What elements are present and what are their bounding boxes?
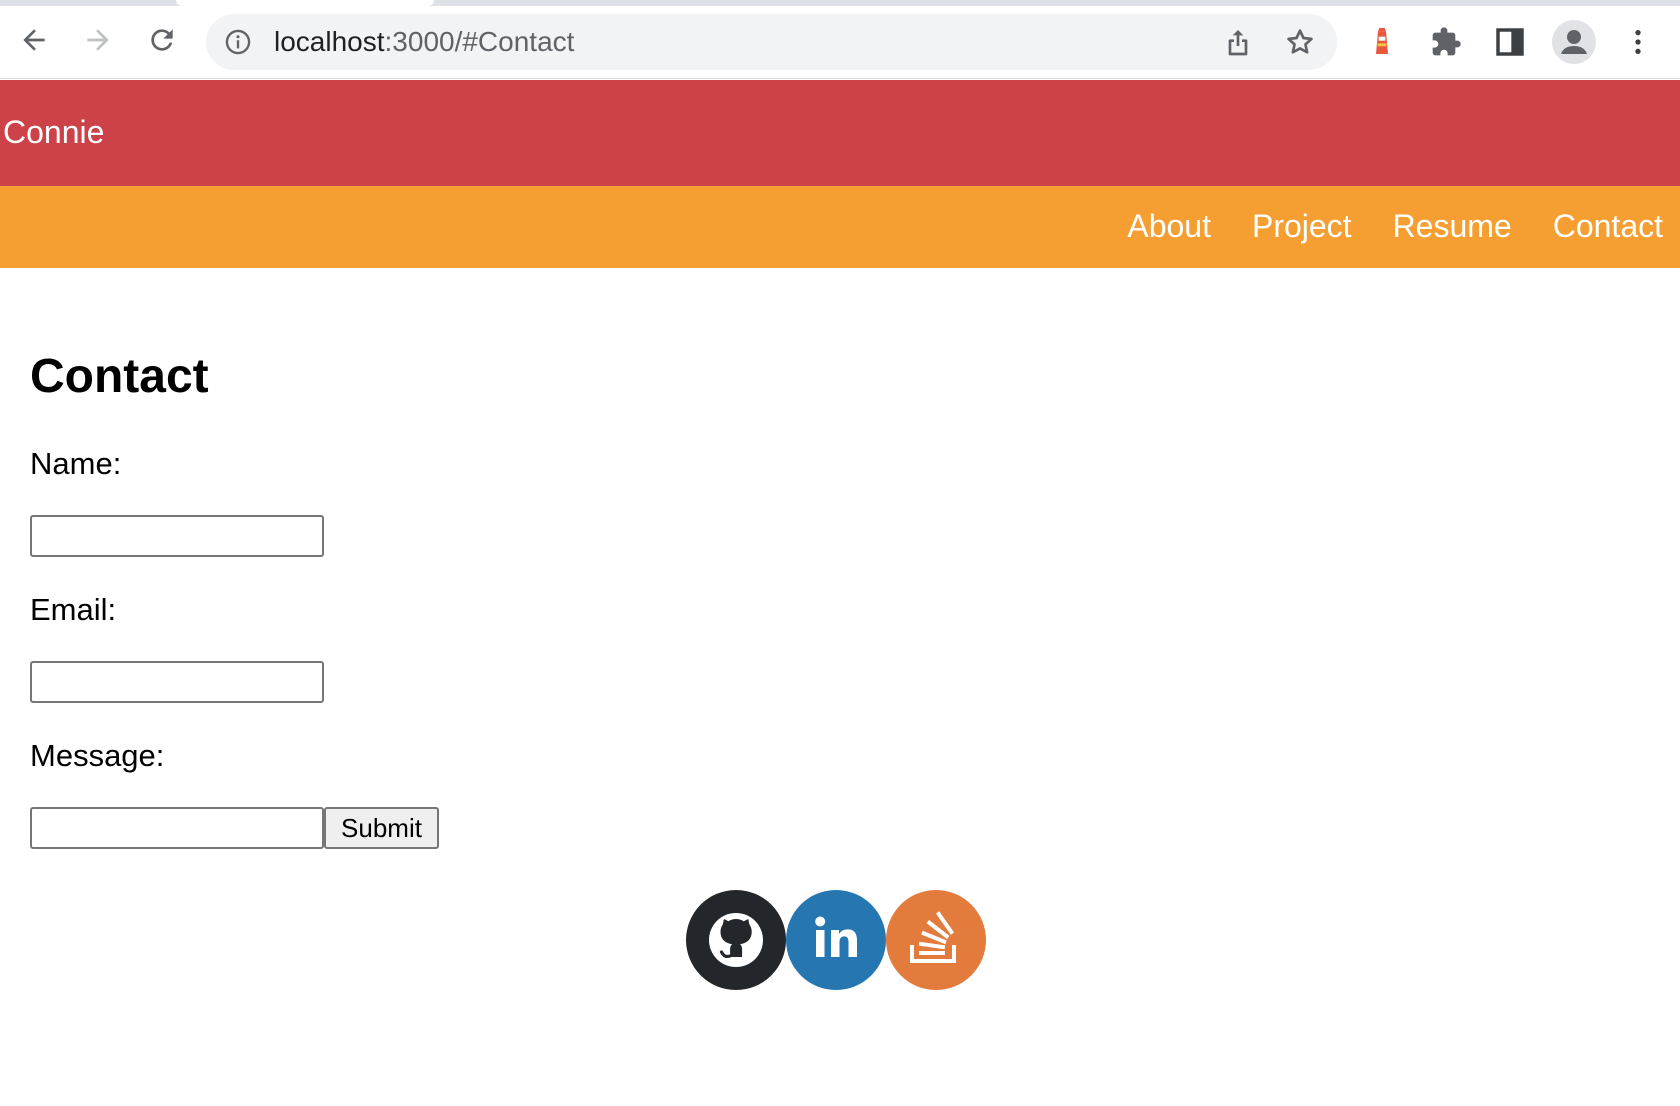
nav-link-contact[interactable]: Contact [1553,208,1663,244]
side-panel-icon[interactable] [1494,26,1526,58]
contact-heading: Contact [30,350,209,403]
github-icon [709,913,763,967]
email-input[interactable] [30,661,324,703]
person-icon [1561,30,1587,54]
reload-button[interactable] [140,18,184,62]
site-header: Connie [0,80,1680,186]
nav-link-resume[interactable]: Resume [1393,208,1512,244]
url-text[interactable]: localhost:3000/#Contact [274,26,574,58]
share-icon[interactable] [1222,26,1254,58]
arrow-left-icon [23,29,45,51]
email-label: Email: [30,592,117,627]
nav-link-project[interactable]: Project [1252,208,1352,244]
site-title[interactable]: Connie [3,114,104,150]
name-label: Name: [30,446,122,481]
message-input[interactable] [30,807,324,849]
github-link[interactable] [686,890,786,990]
submit-button[interactable]: Submit [324,807,439,849]
browser-toolbar: localhost:3000/#Contact [0,6,1680,79]
linkedin-link[interactable] [786,890,886,990]
reload-icon [151,29,173,51]
site-nav: About Project Resume Contact [0,186,1680,268]
url-host: localhost [274,26,385,57]
message-label: Message: [30,738,165,773]
more-menu-icon[interactable] [1622,24,1654,60]
address-bar[interactable]: localhost:3000/#Contact [206,14,1337,70]
back-button[interactable] [12,18,56,62]
stackoverflow-icon [910,911,956,963]
puzzle-extensions-icon[interactable] [1430,26,1462,58]
name-input[interactable] [30,515,324,557]
linkedin-icon [815,916,857,957]
forward-button[interactable] [76,18,120,62]
info-icon[interactable] [224,28,252,56]
stackoverflow-link[interactable] [886,890,986,990]
url-path: :3000/#Contact [384,26,575,57]
star-icon[interactable] [1284,26,1316,58]
arrow-right-icon [87,29,109,51]
nav-link-about[interactable]: About [1127,208,1211,244]
profile-avatar[interactable] [1552,20,1596,64]
lighthouse-extension-icon[interactable] [1366,26,1398,58]
